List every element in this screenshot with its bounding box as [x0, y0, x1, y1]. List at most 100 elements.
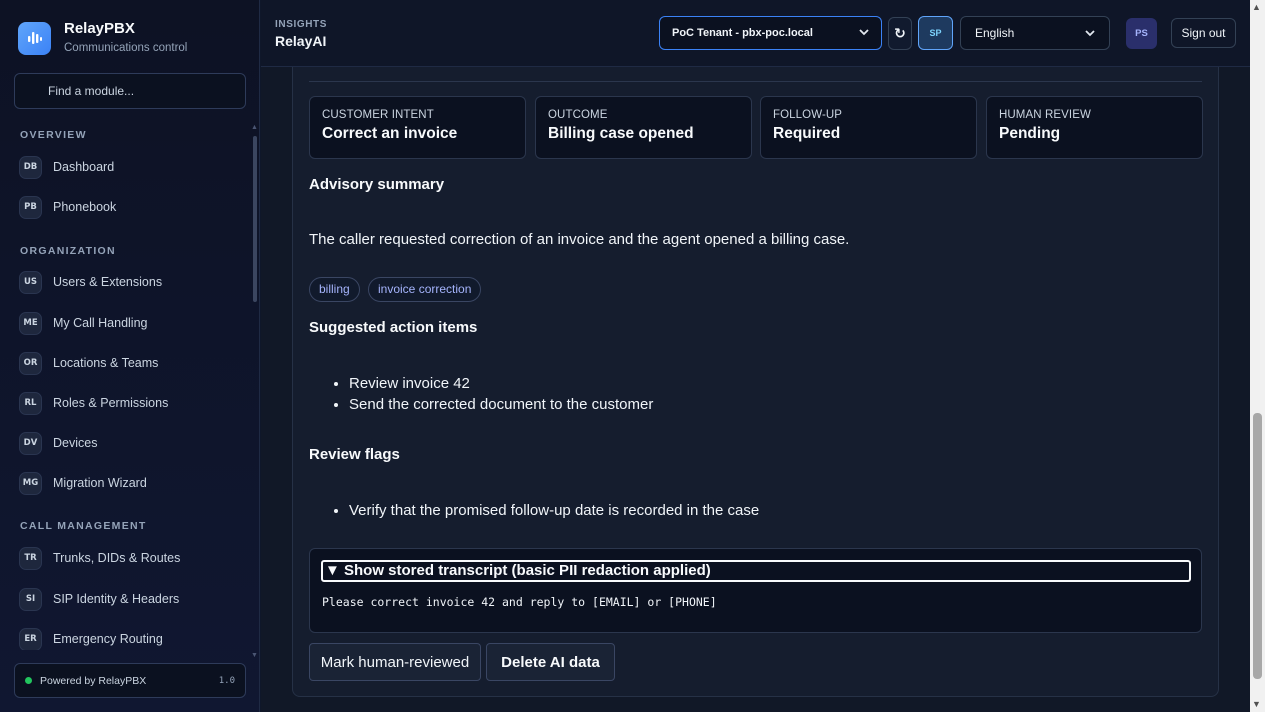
tenant-select[interactable]: PoC Tenant - pbx-poc.local	[659, 16, 882, 50]
avatar[interactable]: PS	[1126, 18, 1157, 49]
delete-ai-data-button[interactable]: Delete AI data	[486, 643, 615, 681]
language-select-value: English	[975, 26, 1015, 40]
brand[interactable]: RelayPBX Communications control	[18, 20, 187, 56]
tenant-select-value: PoC Tenant - pbx-poc.local	[672, 27, 813, 39]
nav-scrollbar-thumb[interactable]	[253, 136, 257, 302]
sidebar-item-my-call-handling[interactable]: ME My Call Handling	[19, 311, 147, 335]
topbar: INSIGHTS RelayAI PoC Tenant - pbx-poc.lo…	[261, 0, 1250, 67]
sidebar-item-label: Dashboard	[53, 160, 115, 174]
stat-card-outcome: OUTCOME Billing case opened	[535, 96, 752, 159]
action-items-heading: Suggested action items	[309, 319, 478, 336]
module-search-input[interactable]: Find a module...	[14, 73, 246, 109]
dashboard-icon: DB	[19, 155, 42, 179]
advisory-summary-heading: Advisory summary	[309, 176, 445, 193]
scroll-up-icon[interactable]: ▲	[1252, 2, 1261, 12]
page-eyebrow: INSIGHTS	[275, 19, 328, 30]
migration-icon: MG	[19, 471, 42, 495]
sp-button-label: SP	[929, 28, 942, 38]
sidebar-item-phonebook[interactable]: PB Phonebook	[19, 195, 116, 219]
sidebar-item-label: Roles & Permissions	[53, 396, 169, 410]
emergency-icon: ER	[19, 627, 42, 650]
version-label: 1.0	[218, 675, 235, 686]
sidebar-item-dashboard[interactable]: DB Dashboard	[19, 155, 114, 179]
chevron-down-icon	[859, 27, 869, 39]
transcript-details: ▼ Show stored transcript (basic PII reda…	[309, 548, 1202, 633]
page-scrollbar-thumb[interactable]	[1253, 413, 1262, 679]
devices-icon: DV	[19, 431, 42, 455]
list-item: Verify that the promised follow-up date …	[349, 500, 759, 521]
stat-card-human-review: HUMAN REVIEW Pending	[986, 96, 1203, 159]
sidebar-item-trunks-dids-routes[interactable]: TR Trunks, DIDs & Routes	[19, 546, 180, 570]
sidebar-item-label: Phonebook	[53, 200, 117, 214]
sidebar-item-label: SIP Identity & Headers	[53, 592, 180, 606]
nav-scroll-down-icon[interactable]: ▼	[251, 652, 258, 659]
nav-section-call-management: CALL MANAGEMENT	[20, 520, 147, 532]
sidebar-nav: OVERVIEW DB Dashboard PB Phonebook ORGAN…	[0, 122, 252, 650]
sidebar-item-migration-wizard[interactable]: MG Migration Wizard	[19, 471, 147, 495]
sidebar: RelayPBX Communications control Find a m…	[0, 0, 260, 712]
locations-icon: OR	[19, 351, 42, 375]
brand-subtitle: Communications control	[64, 42, 188, 54]
refresh-button[interactable]: ↻	[888, 17, 912, 50]
sidebar-item-roles-permissions[interactable]: RL Roles & Permissions	[19, 391, 168, 415]
relaypbx-logo-icon	[18, 21, 51, 55]
stat-value: Correct an invoice	[322, 125, 458, 142]
trunks-icon: TR	[19, 546, 42, 570]
chevron-down-icon	[1085, 26, 1095, 40]
list-item: Review invoice 42	[349, 373, 653, 394]
sidebar-item-users-extensions[interactable]: US Users & Extensions	[19, 270, 162, 294]
divider	[309, 81, 1202, 82]
stat-label: FOLLOW-UP	[773, 109, 843, 121]
sidebar-item-devices[interactable]: DV Devices	[19, 431, 97, 455]
nav-section-overview: OVERVIEW	[20, 129, 87, 141]
status-dot-icon	[25, 677, 32, 684]
stat-label: OUTCOME	[548, 109, 608, 121]
users-icon: US	[19, 270, 42, 294]
review-flags-heading: Review flags	[309, 446, 400, 463]
page-title: RelayAI	[275, 33, 327, 49]
sidebar-item-label: Trunks, DIDs & Routes	[53, 551, 181, 565]
refresh-icon: ↻	[894, 25, 906, 41]
nav-scroll-up-icon[interactable]: ▲	[251, 124, 258, 131]
main-content: CUSTOMER INTENT Correct an invoice OUTCO…	[261, 67, 1250, 712]
stat-label: HUMAN REVIEW	[999, 109, 1091, 121]
sidebar-item-emergency-routing[interactable]: ER Emergency Routing	[19, 627, 163, 650]
roles-icon: RL	[19, 391, 42, 415]
stat-label: CUSTOMER INTENT	[322, 109, 434, 121]
sidebar-item-label: My Call Handling	[53, 316, 148, 330]
call-handling-icon: ME	[19, 311, 42, 335]
sidebar-item-label: Emergency Routing	[53, 632, 163, 646]
module-search-placeholder: Find a module...	[48, 84, 135, 98]
advisory-summary-text: The caller requested correction of an in…	[309, 231, 850, 248]
stat-card-follow-up: FOLLOW-UP Required	[760, 96, 977, 159]
mark-human-reviewed-button[interactable]: Mark human-reviewed	[309, 643, 481, 681]
ai-insight-panel: CUSTOMER INTENT Correct an invoice OUTCO…	[292, 67, 1219, 697]
stat-value: Billing case opened	[548, 125, 694, 142]
sign-out-button[interactable]: Sign out	[1171, 18, 1236, 48]
sidebar-item-locations-teams[interactable]: OR Locations & Teams	[19, 351, 158, 375]
stat-value: Required	[773, 125, 841, 142]
transcript-toggle[interactable]: ▼ Show stored transcript (basic PII reda…	[321, 560, 1191, 582]
sidebar-item-label: Users & Extensions	[53, 275, 163, 289]
stat-value: Pending	[999, 125, 1061, 142]
transcript-text: Please correct invoice 42 and reply to […	[322, 595, 717, 609]
sidebar-item-label: Migration Wizard	[53, 476, 147, 490]
sidebar-item-sip-identity[interactable]: SI SIP Identity & Headers	[19, 587, 179, 611]
avatar-initials: PS	[1135, 28, 1148, 39]
phonebook-icon: PB	[19, 195, 42, 219]
language-select[interactable]: English	[960, 16, 1110, 50]
sp-button[interactable]: SP	[918, 16, 953, 50]
tag-chip: billing	[309, 277, 360, 302]
list-item: Send the corrected document to the custo…	[349, 394, 653, 415]
tag-chip: invoice correction	[368, 277, 482, 302]
action-items-list: Review invoice 42 Send the corrected doc…	[349, 373, 653, 415]
powered-by-footer: Powered by RelayPBX 1.0	[14, 663, 246, 698]
sidebar-item-label: Locations & Teams	[53, 356, 159, 370]
sip-icon: SI	[19, 587, 42, 611]
powered-by-text: Powered by RelayPBX	[40, 674, 147, 687]
scroll-down-icon[interactable]: ▼	[1252, 699, 1261, 709]
sign-out-label: Sign out	[1181, 26, 1226, 40]
brand-name: RelayPBX	[64, 20, 135, 37]
stat-card-customer-intent: CUSTOMER INTENT Correct an invoice	[309, 96, 526, 159]
nav-section-organization: ORGANIZATION	[20, 245, 116, 257]
